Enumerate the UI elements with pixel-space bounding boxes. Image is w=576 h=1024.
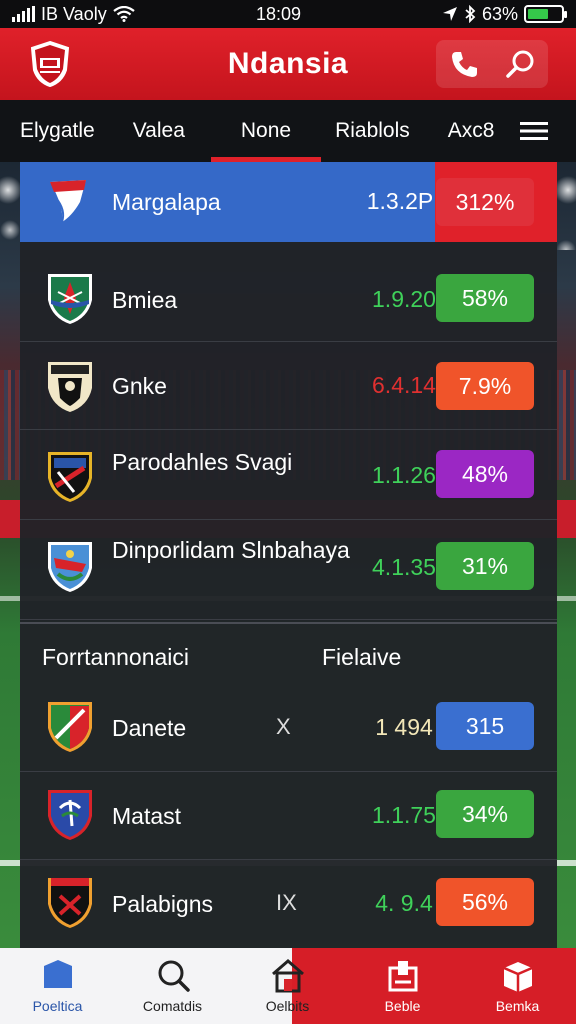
tab-elygatle[interactable]: Elygatle xyxy=(6,100,109,162)
wifi-icon xyxy=(113,6,135,22)
app-header: Ndansia xyxy=(0,28,576,100)
clock: 18:09 xyxy=(256,3,302,24)
versus-mark: IX xyxy=(276,890,297,915)
list-item[interactable]: Danete X 1 494 315 xyxy=(20,684,557,772)
tab-riablols[interactable]: Riablols xyxy=(321,100,424,162)
bottom-navigation: Poeltica Comatdis Oelbits Beble Bemka xyxy=(0,948,576,1024)
nav-label: Oelbits xyxy=(265,998,310,1014)
list-item[interactable]: Margalapa 1.3.2P 312% xyxy=(20,162,557,242)
section-title: Forrtannonaici xyxy=(42,644,190,670)
clipboard-icon xyxy=(388,961,417,992)
team-crest-icon xyxy=(48,878,92,928)
team-name: Gnke xyxy=(112,373,167,399)
section-subtitle: Fielaive xyxy=(322,644,402,670)
phone-icon[interactable] xyxy=(449,49,479,79)
bluetooth-icon xyxy=(465,5,476,23)
tab-valea[interactable]: Valea xyxy=(119,100,199,162)
header-actions xyxy=(436,40,548,88)
tab-bar: Elygatle Valea None Riablols Axc8 xyxy=(0,100,576,162)
list-item[interactable]: Palabigns IX 4. 9.4 56% xyxy=(20,860,557,948)
nav-label: Comatdis xyxy=(142,998,203,1014)
signal-icon xyxy=(12,6,35,22)
shield-icon xyxy=(43,960,72,988)
team-name: Matast xyxy=(112,803,182,829)
club-logo-icon[interactable] xyxy=(28,40,72,88)
nav-item-poeltica[interactable]: Poeltica xyxy=(0,948,115,1024)
carrier-label: IB Vaoly xyxy=(41,3,107,24)
percent-badge[interactable]: 56% xyxy=(436,878,534,926)
percent-badge[interactable]: 58% xyxy=(436,274,534,322)
box-icon xyxy=(503,962,532,992)
home-icon xyxy=(271,959,304,993)
location-icon xyxy=(442,7,457,21)
battery-percent: 63% xyxy=(481,3,518,24)
team-name: Dinporlidam Slnbahaya xyxy=(112,537,350,563)
percent-badge[interactable]: 48% xyxy=(436,450,534,498)
tab-none[interactable]: None xyxy=(210,100,322,162)
nav-label: Bemka xyxy=(495,998,540,1014)
list-item[interactable]: Dinporlidam Slnbahaya 4.1.35 31% xyxy=(20,520,557,620)
team-crest-icon xyxy=(48,274,92,324)
versus-mark: X xyxy=(276,714,291,739)
percent-badge[interactable]: 315 xyxy=(436,702,534,750)
tab-axc8[interactable]: Axc8 xyxy=(434,100,509,162)
list-item[interactable]: Gnke 6.4.14 7.9% xyxy=(20,342,557,430)
percent-badge[interactable]: 34% xyxy=(436,790,534,838)
battery-icon xyxy=(524,5,567,23)
team-crest-icon xyxy=(48,362,92,412)
team-crest-icon xyxy=(48,790,92,840)
team-crest-icon xyxy=(48,452,92,502)
app-title: Ndansia xyxy=(227,47,349,80)
nav-label: Poeltica xyxy=(32,998,83,1014)
search-icon[interactable] xyxy=(504,48,536,80)
list-item[interactable]: Matast 1.1.75 34% xyxy=(20,772,557,860)
status-bar: IB Vaoly 18:09 63% xyxy=(0,0,576,28)
nav-item-bemka[interactable]: Bemka xyxy=(460,948,575,1024)
team-name: Danete xyxy=(112,715,187,741)
team-crest-icon xyxy=(48,542,92,592)
percent-badge[interactable]: 31% xyxy=(436,542,534,590)
team-name: Margalapa xyxy=(112,189,221,215)
nav-label: Beble xyxy=(384,998,421,1014)
nav-item-beble[interactable]: Beble xyxy=(345,948,460,1024)
percent-badge[interactable]: 312% xyxy=(436,178,534,226)
nav-item-oelbits[interactable]: Oelbits xyxy=(230,948,345,1024)
menu-icon[interactable] xyxy=(520,120,548,142)
nav-item-comatdis[interactable]: Comatdis xyxy=(115,948,230,1024)
list-item[interactable]: Parodahles Svagi 1.1.26 48% xyxy=(20,430,557,520)
list-item[interactable]: Bmiea 1.9.20 58% xyxy=(20,256,557,342)
percent-badge[interactable]: 7.9% xyxy=(436,362,534,410)
team-name: Parodahles Svagi xyxy=(112,449,293,475)
team-name: Bmiea xyxy=(112,287,178,313)
team-crest-icon xyxy=(48,702,92,752)
team-name: Palabigns xyxy=(112,891,214,917)
flag-badge-icon xyxy=(50,180,86,223)
search-icon xyxy=(158,960,190,992)
